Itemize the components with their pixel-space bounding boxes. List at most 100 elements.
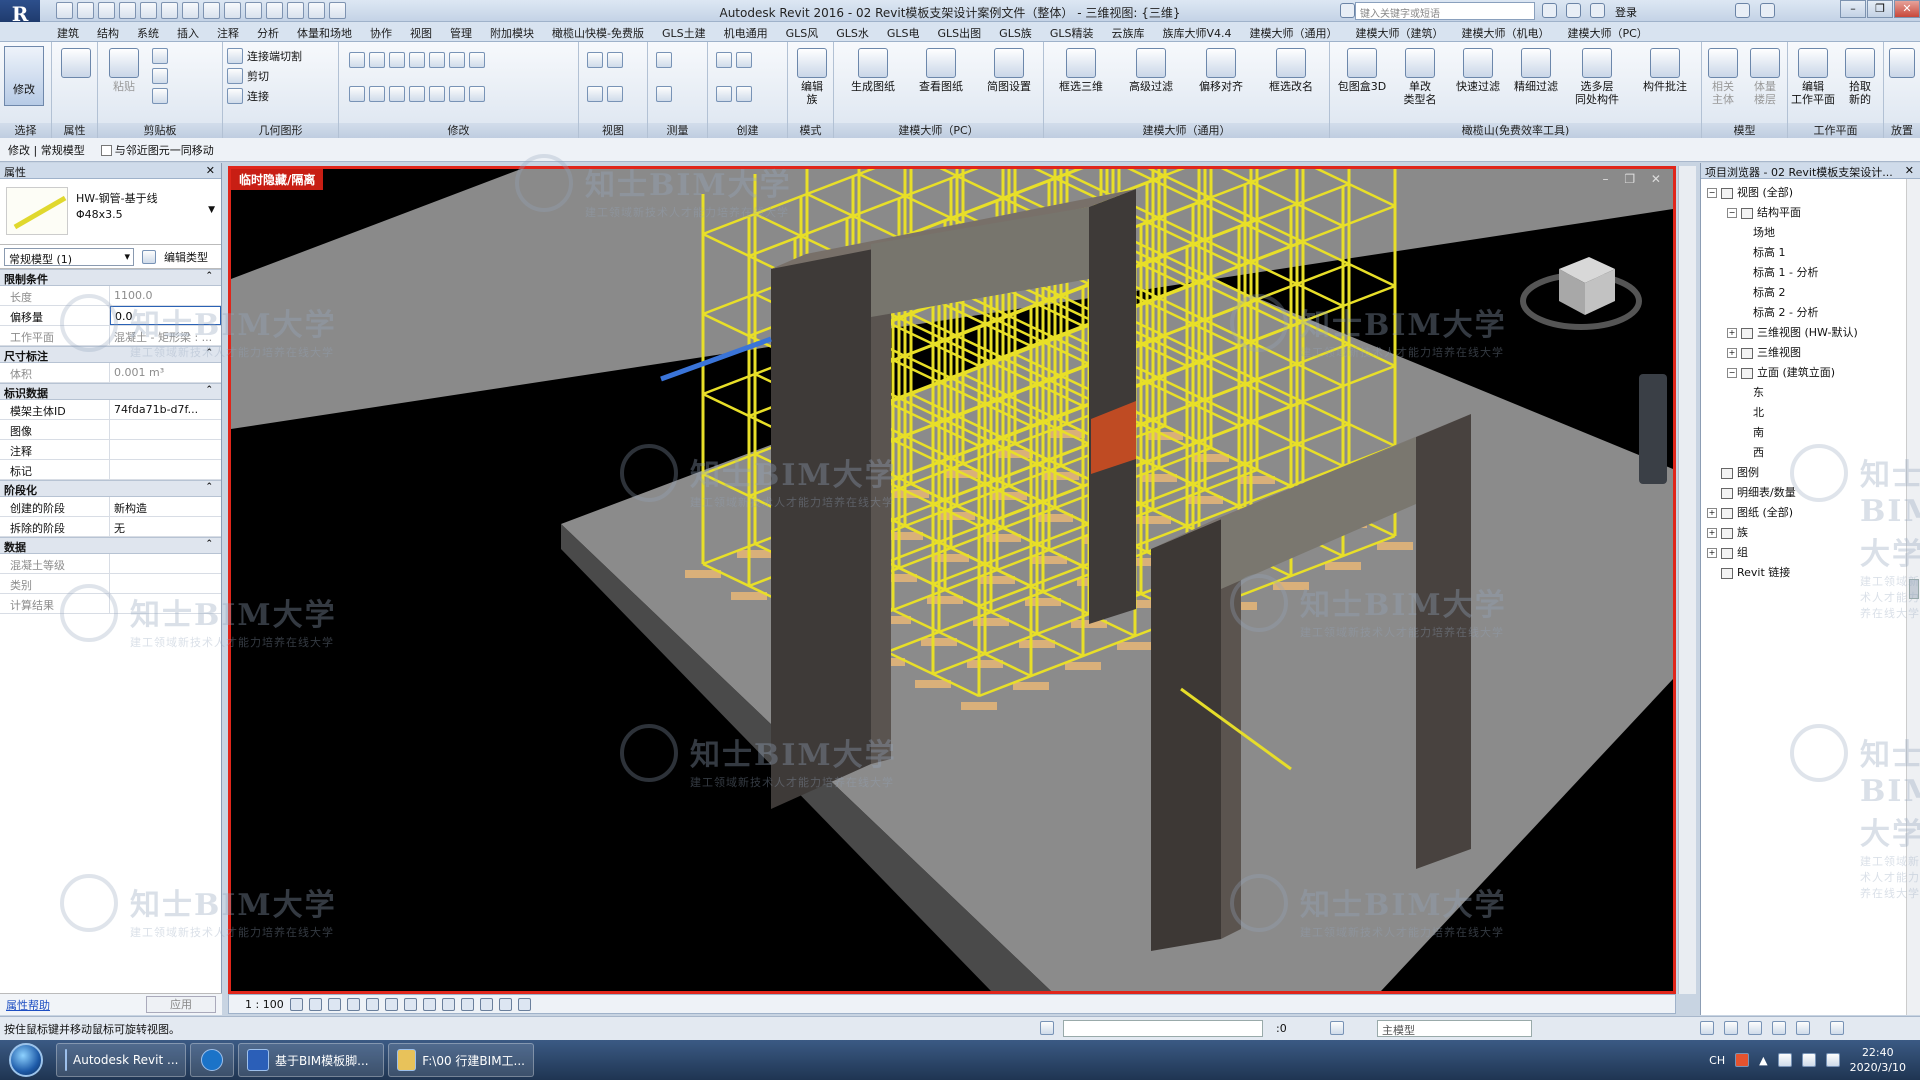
drag-elements-icon[interactable]: [1796, 1021, 1810, 1035]
related-host-button[interactable]: 相关 主体: [1702, 48, 1744, 106]
split-gap-icon[interactable]: [449, 52, 465, 68]
browser-tree-item[interactable]: + 三维视图: [1707, 343, 1920, 363]
login-link[interactable]: 登录: [1615, 4, 1637, 20]
input-language[interactable]: CH: [1709, 1054, 1725, 1067]
offset-align-button[interactable]: 偏移对齐: [1188, 48, 1254, 93]
ribbon-tab[interactable]: 视图: [401, 22, 441, 41]
properties-help-link[interactable]: 属性帮助: [6, 997, 50, 1013]
generate-drawing-button[interactable]: 生成图纸: [842, 48, 904, 93]
expand-icon[interactable]: +: [1707, 548, 1717, 558]
section-icon[interactable]: [266, 2, 283, 19]
select-pinned-icon[interactable]: [1748, 1021, 1762, 1035]
ribbon-tab[interactable]: GLS出图: [929, 22, 991, 41]
select-by-face-icon[interactable]: [1772, 1021, 1786, 1035]
box-3d-button[interactable]: 框选三维: [1048, 48, 1114, 93]
cut-button[interactable]: 剪切: [227, 68, 269, 84]
paste-button[interactable]: 粘贴: [100, 48, 148, 93]
ribbon-tab[interactable]: GLS族: [990, 22, 1041, 41]
ime-icon[interactable]: [1735, 1053, 1750, 1067]
3d-view-icon[interactable]: [245, 2, 262, 19]
restore-button[interactable]: ❐: [1867, 0, 1893, 18]
chevron-down-icon[interactable]: ▼: [208, 205, 215, 215]
viewport-vertical-scrollbar[interactable]: [1678, 166, 1696, 994]
clock[interactable]: 22:40 2020/3/10: [1850, 1045, 1906, 1075]
create-assembly-icon[interactable]: [716, 52, 732, 68]
create-parts-icon[interactable]: [736, 52, 752, 68]
3d-viewport[interactable]: 临时隐藏/隔离 – ❐ ✕: [228, 166, 1676, 994]
design-options-icon[interactable]: [1330, 1021, 1344, 1035]
binoculars-icon[interactable]: [1542, 3, 1557, 18]
reveal-hidden-icon[interactable]: [460, 997, 474, 1011]
advanced-filter-button[interactable]: 高级过滤: [1118, 48, 1184, 93]
ribbon-tab[interactable]: 协作: [361, 22, 401, 41]
viewcube[interactable]: [1519, 239, 1649, 339]
delete-icon[interactable]: [469, 86, 485, 102]
cut-icon[interactable]: [152, 48, 168, 64]
lock-3d-icon[interactable]: [422, 997, 436, 1011]
search-input[interactable]: 键入关键字或短语: [1355, 2, 1535, 20]
expand-icon[interactable]: +: [1727, 348, 1737, 358]
expand-search-icon[interactable]: [1340, 3, 1355, 18]
ribbon-tab[interactable]: 建模大师（通用）: [1240, 22, 1346, 41]
favorites-icon[interactable]: [1590, 3, 1605, 18]
analytical-model-icon[interactable]: [479, 997, 493, 1011]
network-icon[interactable]: [1825, 1053, 1840, 1067]
property-value[interactable]: 0.0: [110, 306, 221, 325]
task-word[interactable]: 基于BIM模板脚...: [238, 1043, 384, 1077]
select-underlay-icon[interactable]: [1724, 1021, 1738, 1035]
create-similar-icon[interactable]: [716, 86, 732, 102]
linework-icon[interactable]: [587, 86, 603, 102]
browser-tree-item[interactable]: + 组: [1707, 543, 1920, 563]
thin-lines-icon[interactable]: [287, 2, 304, 19]
undo-icon[interactable]: [119, 2, 136, 19]
start-button[interactable]: [0, 1040, 52, 1080]
highlight-displacement-icon[interactable]: [498, 997, 512, 1011]
copy-element-icon[interactable]: [369, 86, 385, 102]
edit-type-icon[interactable]: [142, 249, 156, 264]
shadows-icon[interactable]: [346, 997, 360, 1011]
join-button[interactable]: 连接: [227, 88, 269, 104]
property-value[interactable]: 新构造: [110, 497, 221, 516]
move-icon[interactable]: [349, 86, 365, 102]
collapse-icon[interactable]: ⌃: [205, 482, 213, 492]
ribbon-tab[interactable]: 建模大师（机电）: [1452, 22, 1558, 41]
ribbon-tab[interactable]: GLS水: [827, 22, 878, 41]
ribbon-tab[interactable]: GLS风: [777, 22, 828, 41]
render-icon[interactable]: [365, 997, 379, 1011]
detail-level-icon[interactable]: [289, 997, 303, 1011]
multi-level-select-button[interactable]: 选多层 同处构件: [1566, 48, 1628, 106]
crop-view-icon[interactable]: [384, 997, 398, 1011]
ribbon-tab[interactable]: 建筑: [48, 22, 88, 41]
property-value[interactable]: [110, 420, 221, 439]
collapse-icon[interactable]: ⌃: [205, 348, 213, 358]
browser-tree-item[interactable]: 西: [1707, 443, 1920, 463]
pin-icon[interactable]: [469, 52, 485, 68]
sync-icon[interactable]: [98, 2, 115, 19]
constraints-icon[interactable]: [517, 997, 531, 1011]
ribbon-tab[interactable]: GLS精装: [1041, 22, 1103, 41]
expand-icon[interactable]: +: [1707, 528, 1717, 538]
browser-tree-item[interactable]: 北: [1707, 403, 1920, 423]
browser-tree-item[interactable]: 东: [1707, 383, 1920, 403]
temporary-hide-icon[interactable]: [441, 997, 455, 1011]
aligned-dimension-icon[interactable]: [656, 86, 672, 102]
filter-icon[interactable]: [1830, 1021, 1844, 1035]
volume-icon[interactable]: [1801, 1053, 1816, 1067]
edit-type-button[interactable]: 编辑类型: [164, 249, 208, 265]
bounding-box-3d-button[interactable]: 包图盒3D: [1334, 48, 1390, 93]
minimize-button[interactable]: –: [1840, 0, 1866, 18]
ribbon-tab[interactable]: 插入: [168, 22, 208, 41]
exchange-icon[interactable]: [1735, 3, 1750, 18]
collapse-icon[interactable]: ⌃: [205, 271, 213, 281]
collapse-icon[interactable]: ⌃: [205, 539, 213, 549]
task-explorer[interactable]: F:\00 行建BIM工...: [388, 1043, 534, 1077]
property-group-header[interactable]: 标识数据 ⌃: [0, 383, 221, 400]
expand-icon[interactable]: +: [1707, 508, 1717, 518]
ribbon-tab[interactable]: 体量和场地: [288, 22, 361, 41]
tray-arrow-icon[interactable]: ▲: [1759, 1054, 1767, 1067]
browser-tree-item[interactable]: 南: [1707, 423, 1920, 443]
ribbon-tab[interactable]: 橄榄山快模-免费版: [543, 22, 653, 41]
browser-tree-item[interactable]: 标高 1: [1707, 243, 1920, 263]
ribbon-tab[interactable]: 分析: [248, 22, 288, 41]
ribbon-tab[interactable]: 云族库: [1102, 22, 1153, 41]
